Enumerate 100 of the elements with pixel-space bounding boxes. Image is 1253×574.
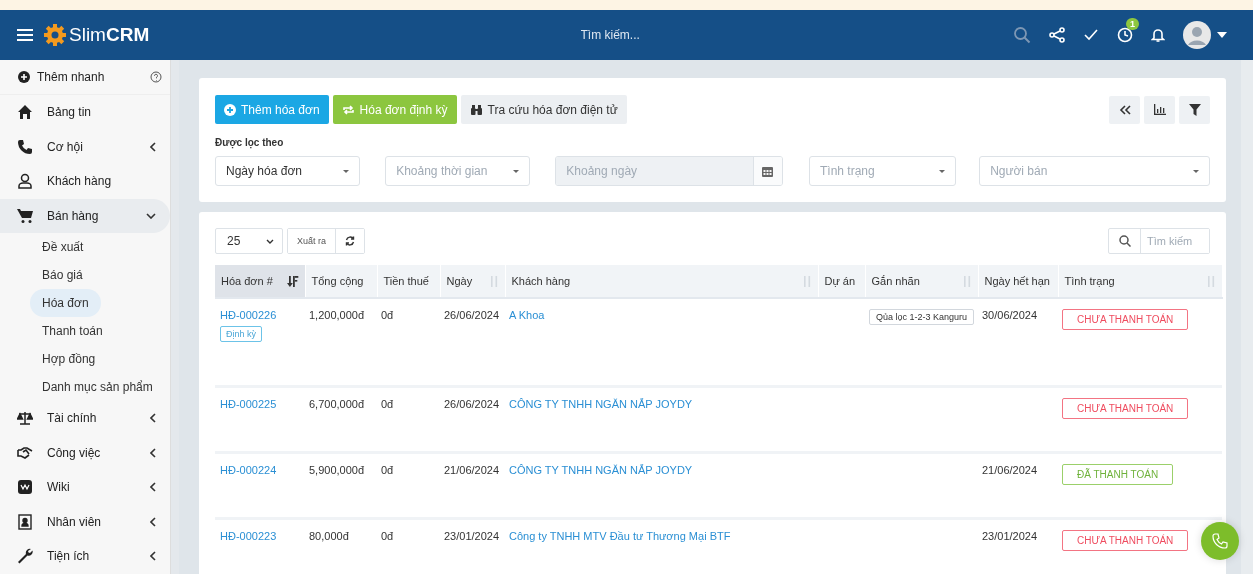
nav-item[interactable]: Công việc xyxy=(0,435,170,470)
plus-icon[interactable] xyxy=(18,71,30,83)
invoice-link[interactable]: HĐ-000225 xyxy=(220,397,277,410)
page-size-dropdown[interactable]: 25 xyxy=(215,228,283,254)
logo-text: SlimCRM xyxy=(69,24,150,46)
chevron-left-icon[interactable] xyxy=(150,516,156,527)
nav-item[interactable]: Cơ hội xyxy=(0,129,170,164)
phone-icon xyxy=(17,138,33,155)
quick-add-link[interactable]: Thêm nhanh xyxy=(37,70,143,84)
status-badge: CHƯA THANH TOÁN xyxy=(1062,309,1189,330)
nav-item[interactable]: Khách hàng xyxy=(0,164,170,199)
customer-link[interactable]: Công ty TNHH MTV Đầu tư Thương Mại BTF xyxy=(509,529,731,542)
submenu-item[interactable]: Hóa đơn xyxy=(30,289,101,317)
submenu-item[interactable]: Đề xuất xyxy=(30,233,96,261)
table-cell: 0đ xyxy=(381,529,394,542)
table-cell: 23/01/2024 xyxy=(444,529,500,542)
caret-icon[interactable] xyxy=(1217,32,1227,38)
chevron-left-icon[interactable] xyxy=(150,482,156,493)
home-icon xyxy=(17,104,33,121)
bell-icon[interactable] xyxy=(1151,27,1165,43)
bar-chart-icon xyxy=(1153,104,1166,115)
invoice-link[interactable]: HĐ-000223 xyxy=(220,529,277,542)
search-icon[interactable] xyxy=(1013,26,1031,44)
phone-icon xyxy=(1212,533,1228,549)
chevron-down-icon xyxy=(266,238,274,244)
table-cell: 26/06/2024 xyxy=(444,397,500,410)
refresh-button[interactable] xyxy=(335,229,365,253)
scrollbar[interactable] xyxy=(1241,60,1253,574)
customer-link[interactable]: CÔNG TY TNHH NGĂN NẮP JOYDY xyxy=(509,463,693,476)
nav-item[interactable]: Nhân viên xyxy=(0,504,170,539)
menu-icon[interactable] xyxy=(17,28,33,42)
nav-item[interactable]: Wiki xyxy=(0,470,170,505)
table-search-field[interactable]: Tìm kiếm xyxy=(1108,228,1210,254)
toolbar-button[interactable]: Tra cứu hóa đơn điện tử xyxy=(460,95,627,124)
refresh-icon xyxy=(345,236,356,246)
scrollbar[interactable] xyxy=(170,60,179,574)
plus-circle-icon xyxy=(224,103,236,116)
check-icon[interactable] xyxy=(1083,28,1099,42)
table-cell: 80,000đ xyxy=(309,529,349,542)
search-field[interactable]: Tìm kiếm... xyxy=(578,27,673,43)
table-cell: 21/06/2024 xyxy=(444,463,500,476)
column-header[interactable]: Dự án xyxy=(818,265,865,298)
column-header[interactable]: Khách hàng xyxy=(505,265,818,298)
filter-button[interactable] xyxy=(1179,95,1210,124)
status-badge: CHƯA THANH TOÁN xyxy=(1062,397,1189,419)
share-icon[interactable] xyxy=(1049,27,1065,43)
chevron-left-icon[interactable] xyxy=(150,447,156,458)
nav-item[interactable]: Tiện ích xyxy=(0,539,170,574)
collapse-button[interactable] xyxy=(1109,95,1140,124)
sort-icon xyxy=(961,276,972,288)
double-chevron-icon xyxy=(1118,104,1131,115)
dropdown-field[interactable]: Ngày hóa đơn xyxy=(215,156,361,186)
caret-icon xyxy=(343,169,350,173)
submenu-item[interactable]: Danh mục sản phẩm xyxy=(30,373,165,401)
user-icon xyxy=(17,173,33,190)
chevron-left-icon[interactable] xyxy=(150,141,156,152)
repeat-icon xyxy=(341,103,355,116)
recurring-tag: Định kỳ xyxy=(220,326,262,342)
handshake-icon xyxy=(17,444,33,461)
invoice-link[interactable]: HĐ-000226 xyxy=(220,309,277,321)
nav-item[interactable]: Bán hàng xyxy=(0,198,170,233)
column-header[interactable]: Gắn nhãn xyxy=(865,265,978,298)
column-header[interactable]: Hóa đơn # xyxy=(215,265,305,298)
chevron-left-icon[interactable] xyxy=(150,413,156,424)
caret-icon xyxy=(513,169,520,173)
filter-icon xyxy=(1188,103,1201,116)
help-icon[interactable] xyxy=(150,71,162,83)
column-header[interactable]: Ngày xyxy=(440,265,505,298)
invoice-link[interactable]: HĐ-000224 xyxy=(220,463,277,476)
sort-icon xyxy=(286,276,299,288)
sort-icon xyxy=(801,276,812,288)
column-header[interactable]: Tình trạng xyxy=(1058,265,1222,298)
submenu-item[interactable]: Báo giá xyxy=(30,261,95,289)
chevron-left-icon[interactable] xyxy=(150,551,156,562)
clock-icon[interactable] xyxy=(1117,27,1133,43)
scale-icon xyxy=(17,410,33,427)
submenu-item[interactable]: Thanh toán xyxy=(30,317,115,345)
customer-link[interactable]: A Khoa xyxy=(509,309,545,321)
nav-item[interactable]: Bảng tin xyxy=(0,95,170,130)
table-cell: 0đ xyxy=(381,309,394,321)
table-cell: 0đ xyxy=(381,397,394,410)
chevron-down-icon[interactable] xyxy=(146,212,156,219)
table-cell: 0đ xyxy=(381,463,394,476)
sort-icon xyxy=(1205,276,1216,288)
chart-button[interactable] xyxy=(1144,95,1175,124)
avatar-icon[interactable] xyxy=(1183,21,1211,49)
customer-link[interactable]: CÔNG TY TNHH NGĂN NẮP JOYDY xyxy=(509,397,693,410)
table-cell: 6,700,000đ xyxy=(309,397,365,410)
calendar-icon xyxy=(762,165,774,177)
label-tag: Qủa lọc 1-2-3 Kanguru xyxy=(869,309,975,325)
column-header[interactable]: Ngày hết hạn xyxy=(978,265,1058,298)
binoculars-icon xyxy=(469,103,483,116)
column-header[interactable]: Tổng cộng xyxy=(305,265,377,298)
column-header[interactable]: Tiền thuế xyxy=(377,265,440,298)
nav-item[interactable]: Tài chính xyxy=(0,401,170,436)
table-cell: 23/01/2024 xyxy=(982,529,1038,542)
notification-badge: 1 xyxy=(1126,18,1139,30)
filter-label: Được lọc theo xyxy=(215,137,285,148)
submenu-item[interactable]: Hợp đồng xyxy=(30,345,108,373)
wrench-icon xyxy=(17,548,33,565)
